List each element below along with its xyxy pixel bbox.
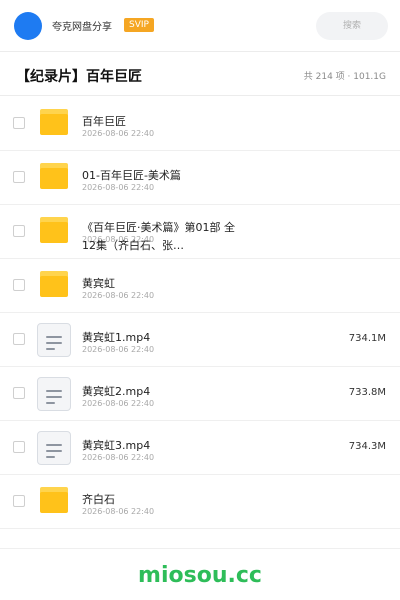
page-title: 【纪录片】百年巨匠: [16, 69, 142, 85]
folder-icon: [40, 163, 68, 189]
file-date: 2026-08-06 22:40: [82, 453, 155, 462]
file-name: 黄宾虹2.mp4: [82, 385, 151, 398]
file-date: 2026-08-06 22:40: [82, 183, 155, 192]
video-file-icon: [37, 323, 71, 357]
file-row[interactable]: 黄宾虹1.mp4 2026-08-06 22:40 734.1M: [0, 313, 400, 367]
file-name: 齐白石: [82, 493, 115, 506]
file-name: 黄宾虹3.mp4: [82, 439, 151, 452]
svip-badge: SVIP: [124, 18, 154, 32]
sharer-name[interactable]: 夸克网盘分享: [52, 18, 112, 33]
file-date: 2026-08-06 22:40: [82, 399, 155, 408]
file-name: 01-百年巨匠-美术篇: [82, 169, 181, 182]
file-row[interactable]: 01-百年巨匠-美术篇 2026-08-06 22:40: [0, 151, 400, 205]
file-row[interactable]: 黄宾虹 2026-08-06 22:40: [0, 259, 400, 313]
file-row[interactable]: 黄宾虹2.mp4 2026-08-06 22:40 733.8M: [0, 367, 400, 421]
file-size: 734.3M: [348, 441, 386, 452]
file-date: 2026-08-06 22:40: [82, 129, 155, 138]
file-date: 2026-08-06 22:40: [82, 507, 155, 516]
select-checkbox[interactable]: [13, 441, 25, 453]
folder-icon: [40, 217, 68, 243]
file-size: 733.8M: [348, 387, 386, 398]
folder-icon: [40, 271, 68, 297]
file-size: 734.1M: [348, 333, 386, 344]
file-name: 黄宾虹: [82, 277, 115, 290]
select-checkbox[interactable]: [13, 279, 25, 291]
file-name: 《百年巨匠·美术篇》第01部 全12集（齐白石、张…: [82, 221, 235, 252]
select-checkbox[interactable]: [13, 117, 25, 129]
file-date: 2026-08-06 22:40: [82, 291, 155, 300]
file-row[interactable]: 齐白石 2026-08-06 22:40: [0, 475, 400, 529]
select-checkbox[interactable]: [13, 495, 25, 507]
footer-bar: miosou.cc: [0, 548, 400, 600]
site-watermark: miosou.cc: [138, 563, 262, 588]
file-name: 百年巨匠: [82, 115, 126, 128]
select-checkbox[interactable]: [13, 225, 25, 237]
file-row[interactable]: 百年巨匠 2026-08-06 22:40: [0, 97, 400, 151]
folder-icon: [40, 487, 68, 513]
file-name: 黄宾虹1.mp4: [82, 331, 151, 344]
sharer-avatar[interactable]: [14, 12, 42, 40]
file-row[interactable]: 黄宾虹3.mp4 2026-08-06 22:40 734.3M: [0, 421, 400, 475]
video-file-icon: [37, 377, 71, 411]
select-checkbox[interactable]: [13, 333, 25, 345]
file-row[interactable]: 2026-08-06 22:40 《百年巨匠·美术篇》第01部 全12集（齐白石…: [0, 205, 400, 259]
file-date: 2026-08-06 22:40: [82, 345, 155, 354]
folder-title-bar: 【纪录片】百年巨匠 共 214 项 · 101.1G: [0, 53, 400, 96]
search-input[interactable]: 搜索: [316, 12, 388, 40]
folder-icon: [40, 109, 68, 135]
select-checkbox[interactable]: [13, 387, 25, 399]
top-header: 夸克网盘分享 SVIP 搜索: [0, 0, 400, 52]
select-checkbox[interactable]: [13, 171, 25, 183]
file-list: 百年巨匠 2026-08-06 22:40 01-百年巨匠-美术篇 2026-0…: [0, 97, 400, 529]
video-file-icon: [37, 431, 71, 465]
item-count-summary: 共 214 项 · 101.1G: [303, 72, 386, 82]
